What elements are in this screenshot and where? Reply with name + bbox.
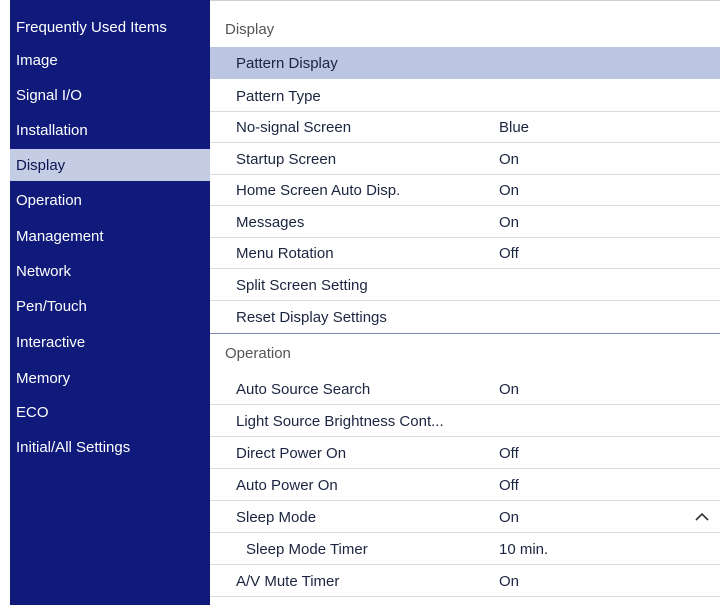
row-value: On xyxy=(499,181,520,199)
menu-row-messages[interactable]: Messages On xyxy=(210,206,720,238)
row-label: Light Source Brightness Cont... xyxy=(236,412,444,430)
sidebar-item-operation[interactable]: Operation xyxy=(10,184,210,216)
section-title: Operation xyxy=(225,344,291,362)
sidebar-item-initial-all-settings[interactable]: Initial/All Settings xyxy=(10,431,210,463)
row-value: On xyxy=(499,572,520,590)
row-label: Menu Rotation xyxy=(236,244,334,262)
sidebar-item-label: Interactive xyxy=(16,333,86,351)
row-value: Blue xyxy=(499,118,530,136)
menu-row-pattern-display[interactable]: Pattern Display xyxy=(210,47,720,79)
row-value: Off xyxy=(499,244,519,262)
menu-row-av-mute-timer[interactable]: A/V Mute Timer On xyxy=(210,565,720,597)
row-label: Pattern Type xyxy=(236,87,321,105)
sidebar-item-label: Frequently Used Items xyxy=(16,18,167,36)
sidebar-item-label: Display xyxy=(16,156,66,174)
menu-row-direct-power-on[interactable]: Direct Power On Off xyxy=(210,437,720,469)
row-value: Off xyxy=(499,444,519,462)
section-header-operation: Operation xyxy=(210,335,720,371)
sidebar: Frequently Used Items Image Signal I/O I… xyxy=(10,0,210,605)
row-value: Off xyxy=(499,476,519,494)
sidebar-item-signal-io[interactable]: Signal I/O xyxy=(10,79,210,111)
row-value: On xyxy=(499,508,520,526)
sidebar-item-label: Initial/All Settings xyxy=(16,438,131,456)
sidebar-item-eco[interactable]: ECO xyxy=(10,396,210,428)
sidebar-item-network[interactable]: Network xyxy=(10,255,210,287)
row-label: Auto Power On xyxy=(236,476,338,494)
row-label: A/V Mute Timer xyxy=(236,572,340,590)
sidebar-item-image[interactable]: Image xyxy=(10,44,210,76)
sidebar-item-label: Operation xyxy=(16,191,82,209)
top-divider xyxy=(210,0,720,1)
menu-row-reset-display-settings[interactable]: Reset Display Settings xyxy=(210,301,720,333)
sidebar-item-management[interactable]: Management xyxy=(10,220,210,252)
sidebar-item-label: Installation xyxy=(16,121,88,139)
row-label: Home Screen Auto Disp. xyxy=(236,181,401,199)
sidebar-item-label: Image xyxy=(16,51,58,69)
sidebar-item-memory[interactable]: Memory xyxy=(10,362,210,394)
menu-row-startup-screen[interactable]: Startup Screen On xyxy=(210,143,720,175)
row-label: Direct Power On xyxy=(236,444,347,462)
row-label: Auto Source Search xyxy=(236,380,371,398)
section-title: Display xyxy=(225,20,275,38)
menu-row-home-screen-auto-disp[interactable]: Home Screen Auto Disp. On xyxy=(210,174,720,206)
menu-row-menu-rotation[interactable]: Menu Rotation Off xyxy=(210,237,720,269)
row-label: Reset Display Settings xyxy=(236,308,387,326)
row-value: On xyxy=(499,380,520,398)
row-label: Sleep Mode xyxy=(236,508,317,526)
sidebar-item-label: Memory xyxy=(16,369,71,387)
menu-row-light-source-brightness-control[interactable]: Light Source Brightness Cont... xyxy=(210,405,720,437)
row-value: On xyxy=(499,150,520,168)
sidebar-item-label: Pen/Touch xyxy=(16,297,87,315)
sidebar-item-label: ECO xyxy=(16,403,49,421)
sidebar-item-label: Network xyxy=(16,262,72,280)
menu-row-split-screen-setting[interactable]: Split Screen Setting xyxy=(210,269,720,301)
menu-row-sleep-mode-timer[interactable]: Sleep Mode Timer 10 min. xyxy=(210,533,720,565)
menu-row-sleep-mode[interactable]: Sleep Mode On xyxy=(210,501,720,533)
section-divider xyxy=(210,333,720,334)
row-label: Sleep Mode Timer xyxy=(246,540,368,558)
row-label: Startup Screen xyxy=(236,150,337,168)
row-label: Messages xyxy=(236,213,305,231)
sidebar-item-label: Management xyxy=(16,227,104,245)
sidebar-item-display[interactable]: Display xyxy=(10,149,210,181)
row-label: No-signal Screen xyxy=(236,118,352,136)
sidebar-item-frequently-used-items[interactable]: Frequently Used Items xyxy=(10,11,210,43)
menu-row-auto-power-on[interactable]: Auto Power On Off xyxy=(210,469,720,501)
sidebar-item-label: Signal I/O xyxy=(16,86,82,104)
sidebar-item-interactive[interactable]: Interactive xyxy=(10,326,210,358)
row-value: On xyxy=(499,213,520,231)
row-value: 10 min. xyxy=(499,540,549,558)
menu-row-pattern-type[interactable]: Pattern Type xyxy=(210,80,720,112)
menu-row-no-signal-screen[interactable]: No-signal Screen Blue xyxy=(210,111,720,143)
chevron-up-icon[interactable] xyxy=(694,501,710,533)
settings-panel: Display Pattern Display Pattern Type No-… xyxy=(210,0,720,605)
row-label: Split Screen Setting xyxy=(236,276,368,294)
sidebar-item-installation[interactable]: Installation xyxy=(10,114,210,146)
menu-row-auto-source-search[interactable]: Auto Source Search On xyxy=(210,373,720,405)
row-label: Pattern Display xyxy=(236,54,338,72)
sidebar-item-pen-touch[interactable]: Pen/Touch xyxy=(10,290,210,322)
section-header-display: Display xyxy=(210,11,720,47)
